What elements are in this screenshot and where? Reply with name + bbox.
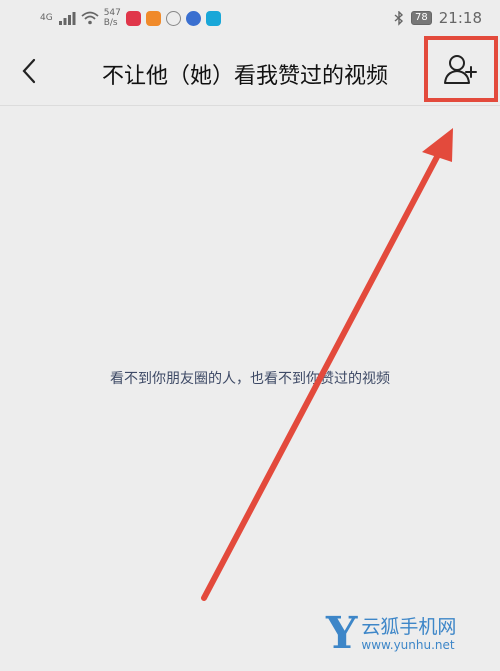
status-bar-right: 78 21:18 (394, 9, 482, 27)
watermark-logo: Y (326, 608, 358, 659)
notification-app-icon (125, 10, 141, 26)
back-arrow-icon (22, 58, 36, 84)
empty-state-text: 看不到你朋友圈的人，也看不到你赞过的视频 (110, 371, 390, 387)
nav-header: 不让他（她）看我赞过的视频 (0, 36, 500, 106)
notification-app-icon (185, 10, 201, 26)
bluetooth-icon (394, 10, 404, 26)
network-speed: 547 B/s (104, 8, 121, 28)
back-button[interactable] (12, 54, 46, 88)
add-user-icon (444, 55, 477, 84)
status-bar: 4G 547 B/s 78 21:18 (0, 0, 500, 36)
notification-app-icon (205, 10, 221, 26)
notification-app-icon (145, 10, 161, 26)
status-time: 21:18 (438, 9, 482, 27)
watermark-name: 云狐手机网 (361, 616, 457, 638)
battery-icon: 78 (411, 11, 432, 25)
notification-app-icon (165, 10, 181, 26)
watermark-url: www.yunhu.net (361, 638, 455, 652)
speed-value: 547 (103, 8, 121, 18)
wifi-icon (81, 11, 99, 25)
signal-icon (58, 12, 76, 25)
page-title: 不让他（她）看我赞过的视频 (101, 64, 388, 89)
speed-unit: B/s (103, 18, 118, 28)
network-badge: 4G (40, 12, 53, 23)
status-bar-left: 4G 547 B/s (40, 8, 221, 28)
add-user-button[interactable] (424, 36, 498, 102)
watermark: Y 云狐手机网 www.yunhu.net (326, 612, 456, 656)
